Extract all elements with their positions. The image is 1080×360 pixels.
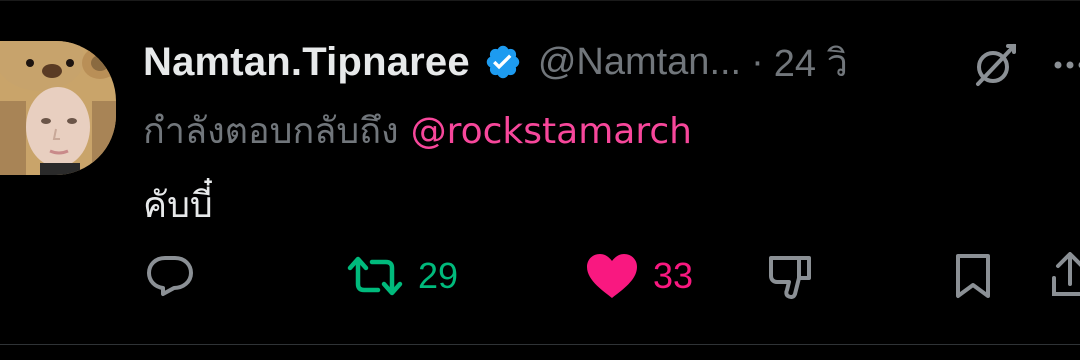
- share-button[interactable]: [1050, 252, 1080, 300]
- heart-icon: [587, 254, 637, 298]
- separator-dot: ·: [751, 40, 764, 83]
- downvote-icon: [769, 256, 811, 300]
- tweet-text: คับบี๋: [143, 185, 213, 226]
- retweet-button[interactable]: 29: [346, 252, 458, 300]
- tweet-header: Namtan.Tipnaree @Namtan... · 24 วิ: [143, 38, 848, 86]
- like-button[interactable]: 33: [585, 252, 693, 300]
- downvote-button[interactable]: [765, 252, 815, 300]
- verified-badge-icon: [486, 45, 520, 79]
- share-icon: [1052, 252, 1080, 296]
- user-handle[interactable]: @Namtan...: [538, 41, 741, 84]
- display-name[interactable]: Namtan.Tipnaree: [143, 40, 470, 85]
- timestamp[interactable]: 24 วิ: [774, 32, 848, 93]
- bookmark-button[interactable]: [952, 252, 994, 300]
- bottom-divider: [0, 344, 1080, 345]
- more-options-icon[interactable]: [1052, 50, 1080, 80]
- avatar-image: [0, 41, 116, 175]
- grok-icon[interactable]: [970, 40, 1020, 90]
- replying-to-label: กำลังตอบกลับถึง: [143, 111, 399, 152]
- top-divider: [0, 0, 1080, 1]
- retweet-count: 29: [418, 255, 459, 296]
- bookmark-icon: [956, 254, 990, 298]
- reply-mention-link[interactable]: @rockstamarch: [411, 111, 692, 152]
- retweet-icon: [347, 256, 403, 296]
- avatar[interactable]: [0, 41, 116, 175]
- like-count: 33: [653, 255, 694, 296]
- reply-button[interactable]: [145, 252, 195, 300]
- reply-icon: [147, 256, 193, 296]
- replying-to-line: กำลังตอบกลับถึง @rockstamarch: [143, 102, 692, 159]
